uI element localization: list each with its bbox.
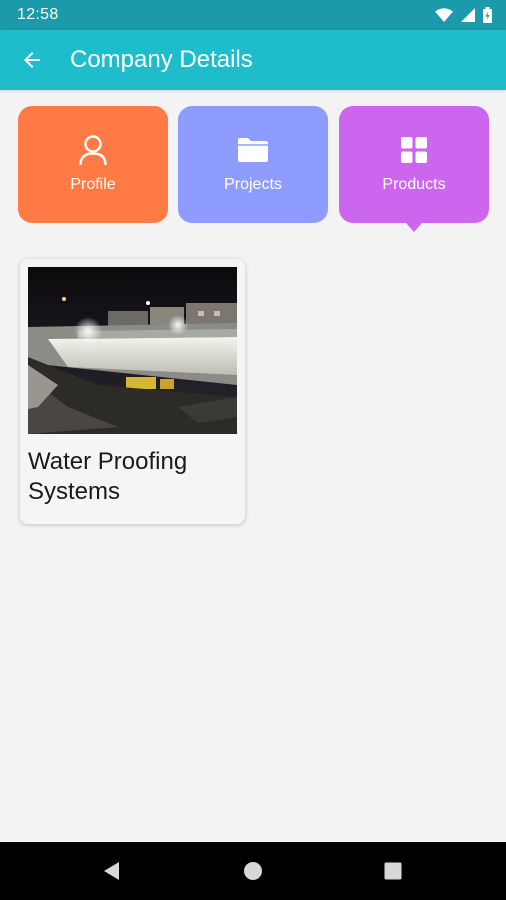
nav-back-button[interactable] [95, 854, 129, 888]
status-time: 12:58 [17, 6, 59, 23]
status-icons [435, 6, 492, 24]
product-card[interactable]: Water Proofing Systems [20, 259, 245, 524]
back-triangle-icon [104, 862, 119, 880]
tab-projects[interactable]: Projects [178, 106, 328, 223]
app-bar: Company Details [0, 30, 506, 90]
section-tabs: Profile Projects Products [18, 106, 489, 232]
page-title: Company Details [70, 46, 253, 73]
status-bar: 12:58 [0, 0, 506, 30]
battery-icon [483, 7, 492, 23]
tab-products-label: Products [382, 176, 446, 193]
back-button[interactable] [14, 42, 50, 78]
tab-profile-label: Profile [70, 176, 116, 193]
product-title: Water Proofing Systems [28, 448, 188, 505]
nav-home-button[interactable] [236, 854, 270, 888]
arrow-left-icon [24, 52, 40, 68]
selected-tab-indicator [406, 223, 422, 232]
home-circle-icon [244, 862, 262, 880]
grid-icon [398, 134, 430, 166]
system-nav-bar [0, 842, 506, 900]
person-icon [77, 134, 109, 166]
tab-products[interactable]: Products [339, 106, 489, 223]
recents-square-icon [384, 862, 402, 880]
tab-profile[interactable]: Profile [18, 106, 168, 223]
product-image [28, 267, 237, 434]
nav-recents-button[interactable] [376, 854, 410, 888]
tab-projects-label: Projects [224, 176, 282, 193]
folder-icon [237, 134, 269, 166]
wifi-icon [435, 8, 453, 22]
signal-icon [461, 8, 475, 22]
